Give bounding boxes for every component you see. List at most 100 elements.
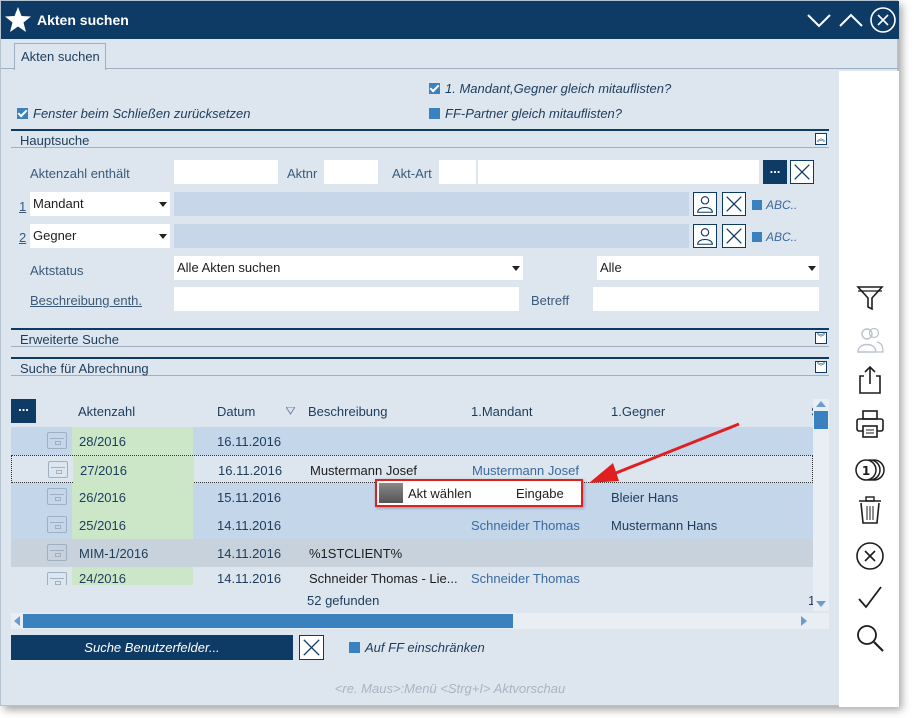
section-title: Suche für Abrechnung: [20, 361, 149, 376]
betreff-label: Betreff: [531, 293, 570, 308]
cell-beschreibung: Mustermann Josef: [310, 463, 417, 478]
collapse-icon[interactable]: ︽: [815, 133, 827, 145]
aktart-code-input[interactable]: [439, 160, 476, 184]
vertical-scrollbar[interactable]: [813, 399, 829, 611]
grid-footer: 52 gefunden 1: [11, 585, 815, 611]
scroll-left-icon[interactable]: [14, 616, 20, 626]
option-label: 1. Mandant,Gegner gleich mitauflisten?: [445, 81, 672, 96]
option-label: Auf FF einschränken: [365, 640, 485, 655]
scroll-thumb[interactable]: [814, 411, 828, 429]
section-erweiterte-suche[interactable]: Erweiterte Suche ︾: [11, 328, 829, 347]
scroll-thumb[interactable]: [23, 614, 513, 628]
cell-aktenzahl: 27/2016: [80, 463, 127, 478]
aktnr-input[interactable]: [324, 160, 378, 184]
share-export-icon[interactable]: [855, 365, 885, 395]
filter-icon[interactable]: [855, 283, 885, 313]
filter-select[interactable]: Alle: [597, 256, 819, 280]
menu-icon-strip: [379, 483, 403, 503]
scroll-right-icon[interactable]: [801, 616, 807, 626]
scroll-down-icon[interactable]: [816, 601, 826, 607]
dropdown-arrow-icon: [808, 266, 816, 271]
row2-number-link[interactable]: 2: [19, 230, 26, 245]
clear-x-icon[interactable]: [790, 160, 814, 184]
star-icon[interactable]: [3, 5, 33, 35]
table-row[interactable]: MIM-1/2016 14.11.2016 %1STCLIENT%: [11, 539, 813, 567]
svg-text:1: 1: [862, 464, 870, 478]
checkbox-checked[interactable]: [17, 108, 28, 119]
archive-box-icon: [47, 572, 67, 585]
abc-label: ABC..: [766, 198, 798, 212]
aktstatus-select[interactable]: Alle Akten suchen: [174, 256, 523, 280]
cell-gegner: Mustermann Hans: [611, 518, 718, 533]
archive-box-icon: [47, 544, 67, 561]
minimize-chevron-down-icon[interactable]: [805, 7, 833, 33]
search-icon[interactable]: [855, 623, 885, 653]
menu-item-akt-waehlen[interactable]: Akt wählen: [408, 486, 472, 501]
scroll-up-icon[interactable]: [816, 401, 826, 407]
checkmark-icon[interactable]: [855, 583, 885, 613]
table-row[interactable]: 25/2016 14.11.2016 Schneider Thomas Must…: [11, 511, 813, 539]
clear-x-icon[interactable]: [299, 635, 324, 660]
search-user-fields-button[interactable]: Suche Benutzerfelder...: [11, 635, 293, 660]
row1-number-link[interactable]: 1: [19, 199, 26, 214]
printer-icon[interactable]: [855, 409, 885, 439]
checkbox-unchecked[interactable]: [752, 232, 762, 242]
checkbox-unchecked[interactable]: [349, 642, 360, 653]
aktnr-label: Aktnr: [287, 166, 318, 181]
aktenzahl-input[interactable]: [174, 160, 278, 184]
clear-x-icon[interactable]: [722, 224, 746, 248]
option-fenster-reset[interactable]: Fenster beim Schließen zurücksetzen: [17, 106, 250, 121]
cell-beschreibung: Schneider Thomas - Lie...: [309, 571, 458, 585]
select-value: Gegner: [33, 228, 77, 243]
abc-toggle[interactable]: ABC..: [752, 230, 797, 244]
coins-icon[interactable]: 1: [855, 455, 885, 485]
cell-mandant: Schneider Thomas: [471, 518, 580, 533]
archive-box-icon: [47, 488, 67, 505]
abc-toggle[interactable]: ABC..: [752, 198, 797, 212]
beschreibung-label[interactable]: Beschreibung enth.: [30, 293, 142, 308]
table-row[interactable]: 24/2016 14.11.2016 Schneider Thomas - Li…: [11, 567, 813, 585]
dropdown-arrow-icon: [512, 266, 520, 271]
cancel-circle-icon[interactable]: [855, 541, 885, 571]
option-ff-restrict[interactable]: Auf FF einschränken: [349, 640, 485, 655]
option-mandant-gegner[interactable]: 1. Mandant,Gegner gleich mitauflisten?: [429, 81, 671, 96]
mandant-input[interactable]: [174, 192, 689, 216]
cell-beschreibung: %1STCLIENT%: [309, 546, 403, 561]
gegner-input[interactable]: [174, 224, 689, 248]
cell-datum: 16.11.2016: [217, 434, 282, 449]
aktart-input[interactable]: [478, 160, 759, 184]
horizontal-scrollbar[interactable]: [11, 613, 829, 629]
close-icon[interactable]: [869, 7, 897, 33]
result-count: 52 gefunden: [307, 593, 380, 608]
expand-icon[interactable]: ︾: [815, 332, 827, 344]
cell-aktenzahl: MIM-1/2016: [79, 546, 149, 561]
tab-akten-suchen[interactable]: Akten suchen: [14, 43, 106, 70]
trash-icon[interactable]: [855, 495, 885, 525]
person-icon[interactable]: [693, 192, 717, 216]
expand-icon[interactable]: ︾: [815, 361, 827, 373]
checkbox-unchecked[interactable]: [429, 108, 440, 119]
section-abrechnung[interactable]: Suche für Abrechnung ︾: [11, 357, 829, 376]
checkbox-checked[interactable]: [429, 83, 440, 94]
users-icon[interactable]: [855, 325, 885, 355]
gegner-select[interactable]: Gegner: [30, 224, 170, 248]
archive-box-icon: [48, 461, 68, 478]
betreff-input[interactable]: [593, 287, 819, 311]
sort-desc-icon[interactable]: [286, 407, 295, 415]
section-hauptsuche[interactable]: Hauptsuche ︽: [11, 129, 829, 148]
mandant-select[interactable]: Mandant: [30, 192, 170, 216]
status-hint: <re. Maus>:Menü <Strg+I> Aktvorschau: [334, 681, 566, 696]
select-value: Alle Akten suchen: [177, 260, 281, 275]
archive-box-icon: [47, 432, 67, 449]
maximize-chevron-up-icon[interactable]: [837, 7, 865, 33]
checkbox-unchecked[interactable]: [752, 200, 762, 210]
cell-datum: 15.11.2016: [217, 490, 282, 505]
search-window: Akten suchen Akten suchen 1. Mandant,Geg…: [0, 0, 899, 707]
clear-x-icon[interactable]: [722, 192, 746, 216]
option-ff-partner[interactable]: FF-Partner gleich mitauflisten?: [429, 106, 622, 121]
annotation-arrow: [589, 422, 740, 483]
beschreibung-input[interactable]: [174, 287, 519, 311]
grid-menu-button[interactable]: ...: [11, 399, 36, 423]
aktart-browse-button[interactable]: ...: [763, 160, 787, 184]
person-icon[interactable]: [693, 224, 717, 248]
